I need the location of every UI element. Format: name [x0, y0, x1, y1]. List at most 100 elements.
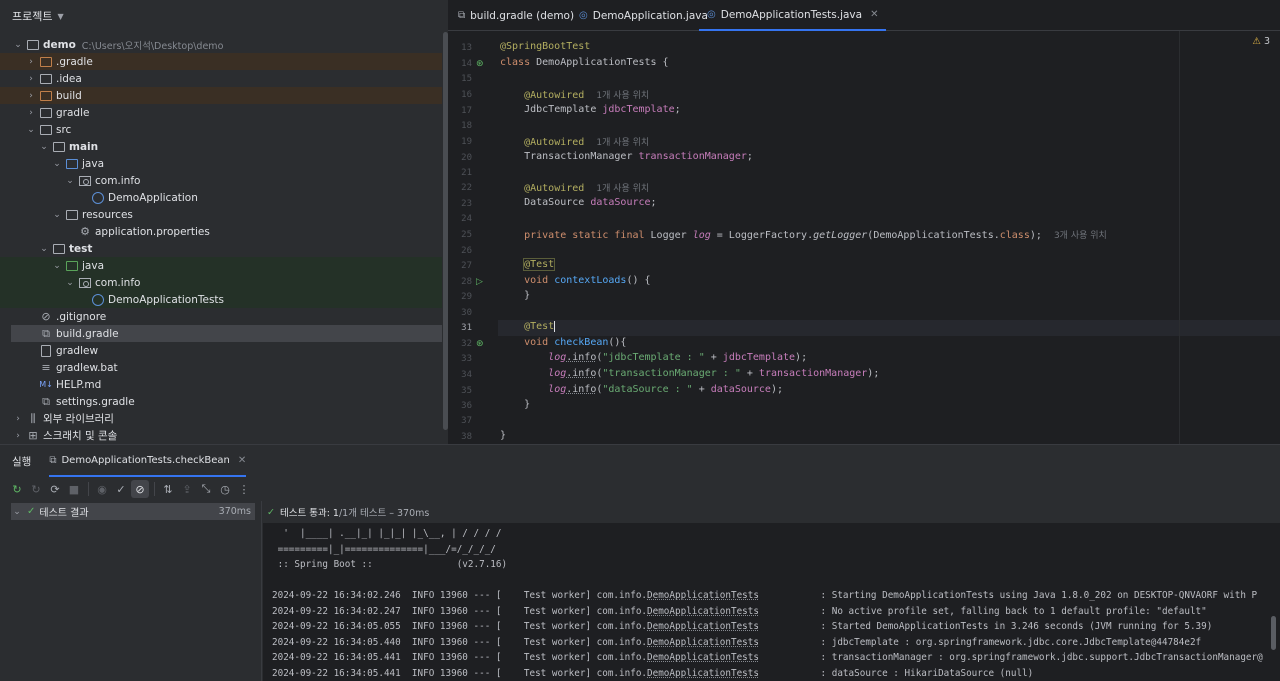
- tree-item-settings-gradle[interactable]: ⧉ settings.gradle: [0, 393, 442, 410]
- run-icon[interactable]: ⊛: [476, 59, 484, 69]
- chevron-right-icon[interactable]: ›: [12, 431, 24, 441]
- run-icon[interactable]: ⊛: [476, 339, 484, 349]
- tree-item-[interactable]: › ⊞ 스크래치 및 콘솔: [0, 427, 442, 444]
- code-line-36: }: [524, 399, 531, 410]
- chevron-down-icon[interactable]: ▼: [57, 12, 63, 21]
- chevron-down-icon[interactable]: ⌄: [11, 507, 23, 517]
- tree-item-java[interactable]: ⌄ java: [0, 257, 442, 274]
- line-gutter[interactable]: 13 14 ⊛ 15 16 17 18 19 20 21 22 23 24 25 26 27 28 ▷ 29 30 31…: [448, 31, 498, 444]
- tree-item-gradlew-bat[interactable]: ≡ gradlew.bat: [0, 359, 442, 376]
- chevron-right-icon[interactable]: ›: [25, 108, 37, 118]
- tree-item-gradlew[interactable]: gradlew: [0, 342, 442, 359]
- rerun-failed-icon[interactable]: ↻: [27, 480, 45, 498]
- code-line-19: @Autowired 1개 사용 위치: [524, 137, 650, 148]
- tree-item-[interactable]: › ⫼ 외부 라이브러리: [0, 410, 442, 427]
- show-ignored-toggle-icon[interactable]: ⊘: [131, 480, 149, 498]
- tab-demo-application-tests[interactable]: ◎ DemoApplicationTests.java ✕: [699, 0, 887, 31]
- tree-item-main[interactable]: ⌄ main: [0, 138, 442, 155]
- tree-item-demoapplicationtests[interactable]: DemoApplicationTests: [0, 291, 442, 308]
- console-output[interactable]: ✓ 테스트 통과: 1 /1개 테스트 – 370ms ' |____| .__…: [263, 501, 1280, 681]
- tree-item-com-info[interactable]: ⌄ com.info: [0, 274, 442, 291]
- tree-item-build[interactable]: › build: [0, 87, 442, 104]
- toolbar-separator: [154, 482, 155, 496]
- import-tests-icon[interactable]: ⇪: [178, 480, 196, 498]
- chevron-down-icon[interactable]: ⌄: [51, 261, 63, 271]
- log-prefix: 2024-09-22 16:34:02.246 INFO 13960 --- […: [272, 590, 648, 601]
- code-line-20: TransactionManager transactionManager;: [524, 151, 753, 162]
- tree-item-label: gradlew.bat: [56, 361, 118, 374]
- chevron-down-icon[interactable]: ⌄: [64, 278, 76, 288]
- code-line-13: @SpringBootTest: [500, 41, 591, 52]
- tree-item-gradle[interactable]: › .gradle: [0, 53, 442, 70]
- more-options-icon[interactable]: ⋮: [235, 480, 253, 498]
- chevron-down-icon[interactable]: ⌄: [12, 40, 24, 50]
- tree-item-label: application.properties: [95, 225, 210, 238]
- close-icon[interactable]: ✕: [238, 455, 246, 466]
- check-icon: ✓: [27, 506, 36, 517]
- resources-folder-icon: [65, 209, 79, 221]
- code-line-29: }: [524, 290, 531, 301]
- code-line-27: @Test: [523, 258, 556, 271]
- tree-item-resources[interactable]: ⌄ resources: [0, 206, 442, 223]
- chevron-down-icon[interactable]: ⌄: [38, 244, 50, 254]
- chevron-down-icon[interactable]: ⌄: [25, 125, 37, 135]
- stop-icon[interactable]: ■: [65, 480, 83, 498]
- spring-banner-line: :: Spring Boot :: (v2.7.16): [272, 559, 508, 570]
- toggle-auto-test-icon[interactable]: ⟳: [46, 480, 64, 498]
- tree-item-idea[interactable]: › .idea: [0, 70, 442, 87]
- console-scrollbar[interactable]: [1271, 616, 1276, 650]
- tree-item-label: test: [69, 242, 93, 255]
- log-message: : dataSource : HikariDataSource (null): [758, 668, 1034, 679]
- project-header[interactable]: 프로젝트 ▼: [0, 0, 448, 32]
- tree-item-build-gradle[interactable]: ⧉ build.gradle: [11, 325, 442, 342]
- tree-item-test[interactable]: ⌄ test: [0, 240, 442, 257]
- log-class-link[interactable]: DemoApplicationTests: [647, 590, 759, 601]
- tab-demo-application[interactable]: ◎ DemoApplication.java: [579, 0, 708, 31]
- tree-item-com-info[interactable]: ⌄ com.info: [0, 172, 442, 189]
- chevron-down-icon[interactable]: ⌄: [51, 210, 63, 220]
- line-number: 17: [461, 106, 472, 116]
- tree-item-label: HELP.md: [56, 378, 102, 391]
- rerun-icon[interactable]: ↻: [8, 480, 26, 498]
- tree-item-gitignore[interactable]: ⊘ .gitignore: [0, 308, 442, 325]
- log-class-link[interactable]: DemoApplicationTests: [647, 668, 759, 679]
- chevron-right-icon[interactable]: ›: [25, 74, 37, 84]
- tree-item-src[interactable]: ⌄ src: [0, 121, 442, 138]
- chevron-right-icon[interactable]: ›: [25, 57, 37, 67]
- tree-item-help-md[interactable]: M↓ HELP.md: [0, 376, 442, 393]
- log-class-link[interactable]: DemoApplicationTests: [647, 652, 759, 663]
- warning-count: 3: [1263, 36, 1270, 47]
- run-icon[interactable]: ▷: [476, 277, 483, 287]
- chevron-right-icon[interactable]: ›: [25, 91, 37, 101]
- tree-item-demo[interactable]: ⌄ demo C:\Users\오지석\Desktop\demo: [0, 36, 442, 53]
- tree-item-java[interactable]: ⌄ java: [0, 155, 442, 172]
- tree-item-label: DemoApplicationTests: [108, 293, 225, 306]
- log-class-link[interactable]: DemoApplicationTests: [647, 621, 759, 632]
- tree-item-application-properties[interactable]: ⚙ application.properties: [0, 223, 442, 240]
- tab-build-gradle[interactable]: ⧉ build.gradle (demo): [458, 0, 574, 31]
- tree-item-label: java: [82, 157, 104, 170]
- test-pass-detail: /1개 테스트 – 370ms: [338, 508, 430, 519]
- tree-item-demoapplication[interactable]: DemoApplication: [0, 189, 442, 206]
- file-icon: [39, 344, 53, 357]
- chevron-down-icon[interactable]: ⌄: [51, 159, 63, 169]
- inspection-widget[interactable]: ⚠ 3: [1252, 36, 1270, 47]
- log-class-link[interactable]: DemoApplicationTests: [647, 637, 759, 648]
- gradle-icon: ⧉: [42, 394, 50, 408]
- history-icon[interactable]: ◷: [216, 480, 234, 498]
- sort-icon[interactable]: ⇅: [159, 480, 177, 498]
- chevron-down-icon[interactable]: ⌄: [64, 176, 76, 186]
- test-result-root[interactable]: ⌄ ✓ 테스트 결과 370ms: [11, 503, 255, 520]
- code-line-35: log.info("dataSource : " + dataSource);: [548, 384, 784, 395]
- tree-item-gradle[interactable]: › gradle: [0, 104, 442, 121]
- close-icon[interactable]: ✕: [870, 9, 878, 20]
- show-passed-icon[interactable]: ✓: [112, 480, 130, 498]
- chevron-right-icon[interactable]: ›: [12, 414, 24, 424]
- line-number: 26: [461, 246, 472, 256]
- collapse-icon[interactable]: ⤡: [197, 480, 215, 498]
- run-tab-check-bean[interactable]: ⧉ DemoApplicationTests.checkBean ✕: [49, 445, 247, 477]
- text-file-icon: ≡: [41, 361, 51, 374]
- chevron-down-icon[interactable]: ⌄: [38, 142, 50, 152]
- show-ignored-icon[interactable]: ◉: [93, 480, 111, 498]
- log-class-link[interactable]: DemoApplicationTests: [647, 606, 759, 617]
